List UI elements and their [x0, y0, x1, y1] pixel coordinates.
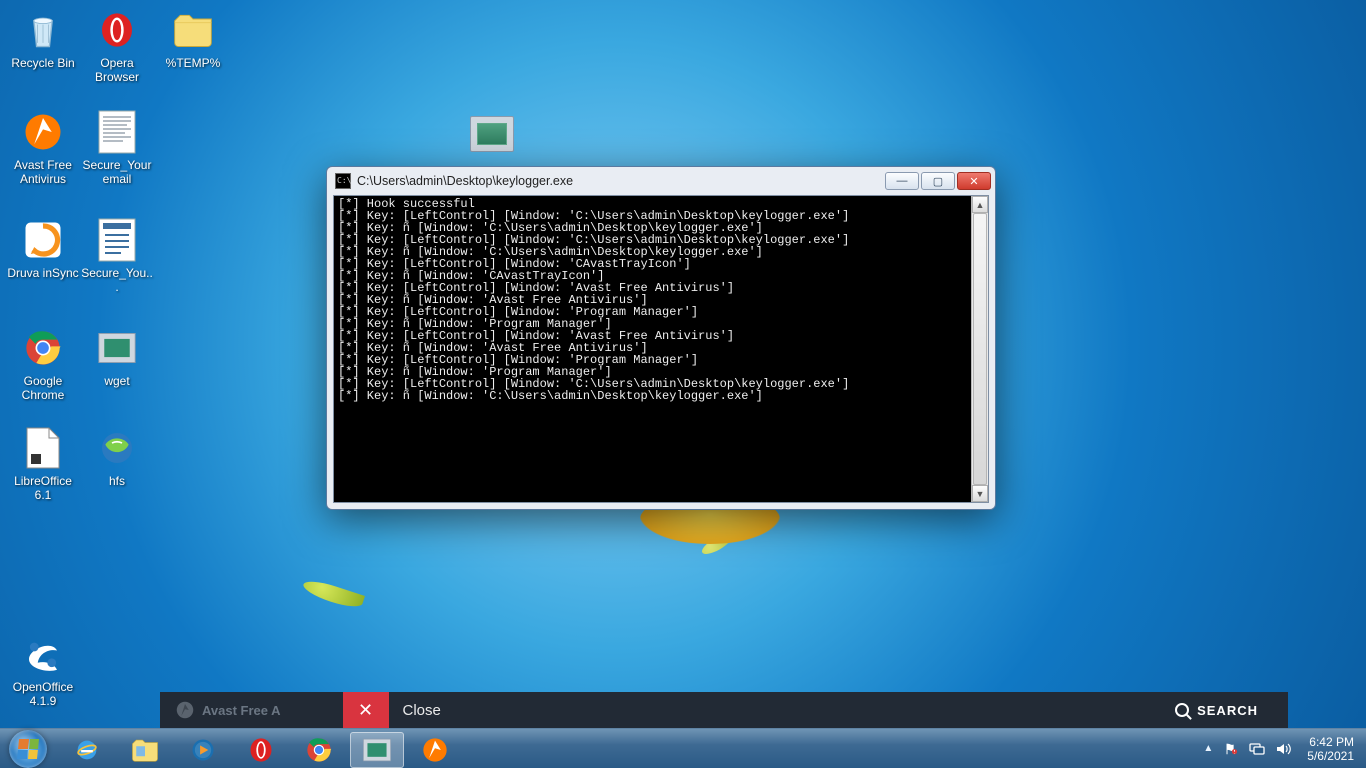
desktop-icon-label: OpenOffice 4.1.9: [6, 680, 80, 708]
chrome-icon: [304, 735, 334, 765]
clock-time: 6:42 PM: [1307, 735, 1354, 749]
google-chrome-icon: [19, 324, 67, 372]
maximize-button[interactable]: ▢: [921, 172, 955, 190]
desktop-icon-recycle-bin[interactable]: Recycle Bin: [6, 6, 80, 70]
taskbar-item-avast[interactable]: [408, 732, 462, 768]
desktop-icon-label: wget: [104, 374, 129, 388]
avast-notification-bar: Avast Free A ✕ Close SEARCH: [160, 692, 1288, 728]
taskbar-item-media[interactable]: [176, 732, 230, 768]
scroll-down-icon[interactable]: ▼: [972, 485, 988, 502]
desktop-icon-label: Secure_You...: [80, 266, 154, 294]
opera-icon: [246, 735, 276, 765]
avast-icon: [420, 735, 450, 765]
desktop-icon-libreoffice[interactable]: LibreOffice 6.1: [6, 424, 80, 502]
taskbar-item-chrome[interactable]: [292, 732, 346, 768]
libreoffice-icon: [19, 424, 67, 472]
desktop-icon-hfs[interactable]: hfs: [80, 424, 154, 488]
avast-small-icon: [176, 701, 194, 719]
opera-browser-icon: [93, 6, 141, 54]
taskbar-items: [56, 729, 462, 768]
druva-insync-icon: [19, 216, 67, 264]
tray-show-hidden-icons[interactable]: ▲: [1203, 743, 1213, 754]
desktop-icon-google-chrome[interactable]: Google Chrome: [6, 324, 80, 402]
avast-close-label[interactable]: Close: [403, 702, 441, 719]
cmd-icon: [335, 173, 351, 189]
internet-explorer-icon: [72, 735, 102, 765]
wget-icon: [93, 324, 141, 372]
desktop[interactable]: Recycle Bin Opera Browser %TEMP% Avast Free…: [0, 0, 1366, 768]
system-tray: ▲ 6:42 PM 5/6/2021: [1203, 729, 1366, 768]
desktop-icon-label: Recycle Bin: [11, 56, 74, 70]
console-window[interactable]: C:\Users\admin\Desktop\keylogger.exe — ▢…: [326, 166, 996, 510]
console-client-area: [*] Hook successful [*] Key: [LeftContro…: [333, 195, 989, 503]
avast-search-button[interactable]: SEARCH: [1175, 703, 1258, 718]
start-button[interactable]: [0, 729, 56, 768]
volume-icon[interactable]: [1275, 741, 1291, 757]
scroll-track[interactable]: [972, 213, 988, 485]
media-player-icon: [188, 735, 218, 765]
decoration-leaf: [301, 577, 365, 611]
recycle-bin-icon: [19, 6, 67, 54]
windows-orb-icon: [9, 730, 47, 768]
desktop-icon-avast-free-antivirus[interactable]: Avast Free Antivirus: [6, 108, 80, 186]
avast-bar-title-text: Avast Free A: [202, 703, 281, 718]
scroll-thumb[interactable]: [973, 213, 987, 485]
avast-free-antivirus-icon: [19, 108, 67, 156]
file-explorer-icon: [130, 735, 160, 765]
openoffice-icon: [19, 630, 67, 678]
minimize-button[interactable]: —: [885, 172, 919, 190]
console-output: [*] Hook successful [*] Key: [LeftContro…: [334, 196, 971, 502]
desktop-icon-opera-browser[interactable]: Opera Browser: [80, 6, 154, 84]
taskbar-item-explorer[interactable]: [118, 732, 172, 768]
desktop-icon-druva-insync[interactable]: Druva inSync: [6, 216, 80, 280]
taskbar-clock[interactable]: 6:42 PM 5/6/2021: [1307, 735, 1354, 763]
desktop-icon-label: %TEMP%: [166, 56, 221, 70]
search-icon: [1175, 703, 1189, 717]
action-center-flag-icon[interactable]: [1223, 741, 1239, 757]
avast-close-x-button[interactable]: ✕: [343, 692, 389, 728]
desktop-icon-wget[interactable]: wget: [80, 324, 154, 388]
desktop-thumbnail-icon[interactable]: [470, 116, 514, 152]
desktop-icon-label: Google Chrome: [6, 374, 80, 402]
desktop-icon-label: Avast Free Antivirus: [6, 158, 80, 186]
desktop-icon-label: hfs: [109, 474, 125, 488]
console-window-icon: [362, 735, 392, 765]
desktop-icon-secure-your-email[interactable]: Secure_Your email: [80, 108, 154, 186]
desktop-icon-label: Secure_Your email: [80, 158, 154, 186]
secure-your-email-icon: [93, 108, 141, 156]
desktop-icon-temp-folder[interactable]: %TEMP%: [156, 6, 230, 70]
avast-search-label: SEARCH: [1197, 703, 1258, 718]
scroll-up-icon[interactable]: ▲: [972, 196, 988, 213]
taskbar: ▲ 6:42 PM 5/6/2021: [0, 728, 1366, 768]
desktop-icon-openoffice[interactable]: OpenOffice 4.1.9: [6, 630, 80, 708]
vertical-scrollbar[interactable]: ▲ ▼: [971, 196, 988, 502]
desktop-icon-secure-you[interactable]: Secure_You...: [80, 216, 154, 294]
taskbar-item-ie[interactable]: [60, 732, 114, 768]
window-titlebar[interactable]: C:\Users\admin\Desktop\keylogger.exe — ▢…: [327, 167, 995, 195]
taskbar-item-opera[interactable]: [234, 732, 288, 768]
temp-folder-icon: [169, 6, 217, 54]
desktop-icon-label: Druva inSync: [7, 266, 78, 280]
network-icon[interactable]: [1249, 741, 1265, 757]
clock-date: 5/6/2021: [1307, 749, 1354, 763]
desktop-icon-label: LibreOffice 6.1: [6, 474, 80, 502]
close-button[interactable]: ✕: [957, 172, 991, 190]
desktop-icon-label: Opera Browser: [80, 56, 154, 84]
hfs-icon: [93, 424, 141, 472]
window-title: C:\Users\admin\Desktop\keylogger.exe: [357, 174, 573, 188]
taskbar-item-console[interactable]: [350, 732, 404, 768]
avast-bar-title: Avast Free A: [176, 701, 281, 719]
secure-you-icon: [93, 216, 141, 264]
